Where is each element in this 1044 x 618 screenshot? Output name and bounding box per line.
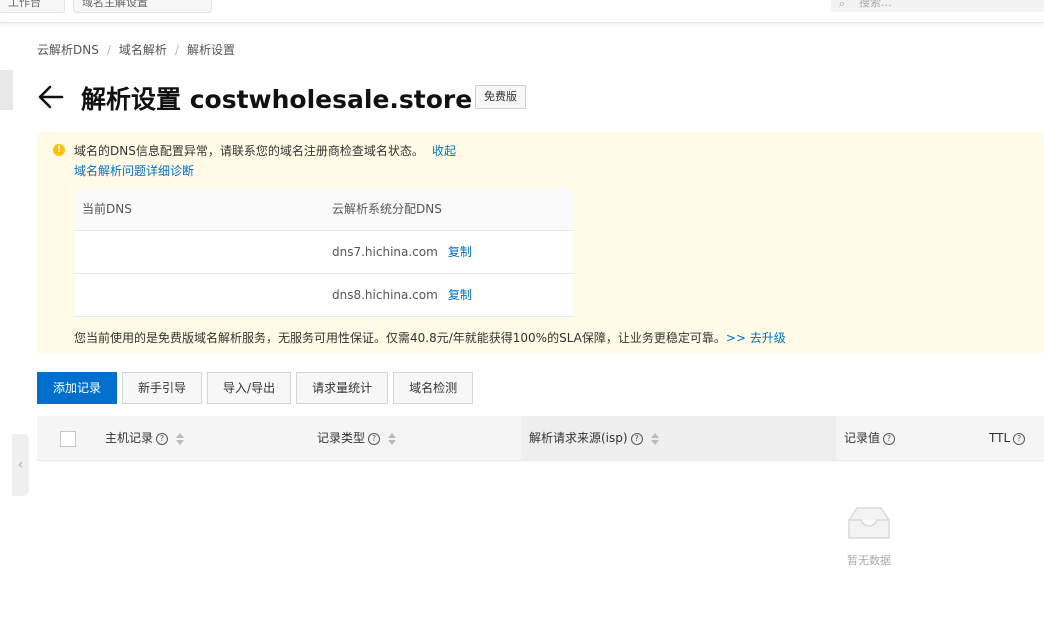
col-ttl-label: TTL xyxy=(989,431,1011,445)
sidebar-collapse-handle[interactable]: ‹ xyxy=(12,434,29,496)
upgrade-link[interactable]: >> 去升级 xyxy=(726,331,786,345)
help-icon[interactable]: ? xyxy=(883,432,896,445)
col-value-label: 记录值 xyxy=(844,431,881,445)
col-value: 记录值? xyxy=(844,416,896,460)
top-secondary-button[interactable]: 域名主解设置 xyxy=(73,0,212,13)
assigned-dns-value: dns7.hichina.com xyxy=(332,245,438,259)
empty-text: 暂无数据 xyxy=(847,554,891,567)
sidebar-strip xyxy=(0,70,13,110)
dns-table: 当前DNS 云解析系统分配DNS dns7.hichina.com 复制 dns8… xyxy=(74,188,574,317)
upgrade-notice-text: 您当前使用的是免费版域名解析服务，无服务可用性保证。仅需40.8元/年就能获得1… xyxy=(74,331,726,345)
plan-badge: 免费版 xyxy=(475,85,526,109)
col-type-label: 记录类型 xyxy=(317,431,366,445)
page-title: 解析设置 costwholesale.store xyxy=(81,85,473,114)
workbench-button[interactable]: 工作台 xyxy=(0,0,65,13)
domain-check-button[interactable]: 域名检测 xyxy=(393,372,474,404)
sort-icon[interactable] xyxy=(176,432,185,446)
help-icon[interactable]: ? xyxy=(156,432,169,445)
top-bar: 工作台 域名主解设置 ⌕ 搜索... xyxy=(0,0,1044,23)
search-input[interactable]: ⌕ 搜索... xyxy=(831,0,1044,12)
help-icon[interactable]: ? xyxy=(1013,432,1026,445)
warning-icon: ! xyxy=(53,144,65,156)
search-icon: ⌕ xyxy=(839,0,846,10)
table-row: dns8.hichina.com 复制 xyxy=(74,274,574,317)
chevron-left-icon: ‹ xyxy=(17,457,24,473)
table-row: dns7.hichina.com 复制 xyxy=(74,231,574,274)
col-isp-label: 解析请求来源(isp) xyxy=(529,431,628,445)
assigned-dns-cell: dns8.hichina.com 复制 xyxy=(332,274,472,316)
workbench-label: 工作台 xyxy=(8,0,41,9)
assigned-dns-cell: dns7.hichina.com 复制 xyxy=(332,231,472,273)
copy-link[interactable]: 复制 xyxy=(448,288,472,302)
search-placeholder: 搜索... xyxy=(859,0,892,9)
assigned-dns-value: dns8.hichina.com xyxy=(332,288,438,302)
breadcrumb-item-domain[interactable]: 域名解析 xyxy=(119,43,167,57)
upgrade-notice: 您当前使用的是免费版域名解析服务，无服务可用性保证。仅需40.8元/年就能获得1… xyxy=(74,329,786,346)
dns-alert: ! 域名的DNS信息配置异常，请联系您的域名注册商检查域名状态。 收起 域名解析… xyxy=(37,132,1044,353)
diagnose-link[interactable]: 域名解析问题详细诊断 xyxy=(74,162,194,179)
col-isp[interactable]: 解析请求来源(isp)? xyxy=(529,416,659,460)
col-type[interactable]: 记录类型? xyxy=(317,416,397,460)
col-assigned-dns: 云解析系统分配DNS xyxy=(332,202,442,216)
alert-message: 域名的DNS信息配置异常，请联系您的域名注册商检查域名状态。 xyxy=(74,144,424,158)
collapse-link[interactable]: 收起 xyxy=(432,142,456,159)
add-record-button[interactable]: 添加记录 xyxy=(37,372,118,404)
col-host[interactable]: 主机记录? xyxy=(105,416,185,460)
back-arrow-icon[interactable] xyxy=(37,83,65,111)
request-stats-button[interactable]: 请求量统计 xyxy=(296,372,389,404)
col-ttl: TTL? xyxy=(989,416,1026,460)
record-toolbar: 添加记录 新手引导 导入/导出 请求量统计 域名检测 xyxy=(37,372,474,404)
breadcrumb: 云解析DNS / 域名解析 / 解析设置 xyxy=(37,41,235,58)
sort-icon[interactable] xyxy=(650,432,659,446)
breadcrumb-separator: / xyxy=(174,43,179,57)
help-icon[interactable]: ? xyxy=(368,432,381,445)
import-export-button[interactable]: 导入/导出 xyxy=(207,372,292,404)
col-current-dns: 当前DNS xyxy=(82,202,132,216)
select-all-checkbox[interactable] xyxy=(60,431,76,447)
records-table-header: 主机记录? 记录类型? 解析请求来源(isp)? 记录值? TTL? xyxy=(37,416,1044,461)
empty-state: 暂无数据 xyxy=(833,504,905,568)
breadcrumb-item-dns[interactable]: 云解析DNS xyxy=(37,43,99,57)
col-host-label: 主机记录 xyxy=(105,431,154,445)
guide-button[interactable]: 新手引导 xyxy=(122,372,203,404)
sort-icon[interactable] xyxy=(388,432,397,446)
help-icon[interactable]: ? xyxy=(630,432,643,445)
dns-table-header: 当前DNS 云解析系统分配DNS xyxy=(74,188,574,231)
empty-box-icon xyxy=(848,507,890,539)
breadcrumb-item-settings: 解析设置 xyxy=(186,43,235,57)
top-secondary-label: 域名主解设置 xyxy=(82,0,148,9)
copy-link[interactable]: 复制 xyxy=(448,245,472,259)
breadcrumb-separator: / xyxy=(106,43,111,57)
